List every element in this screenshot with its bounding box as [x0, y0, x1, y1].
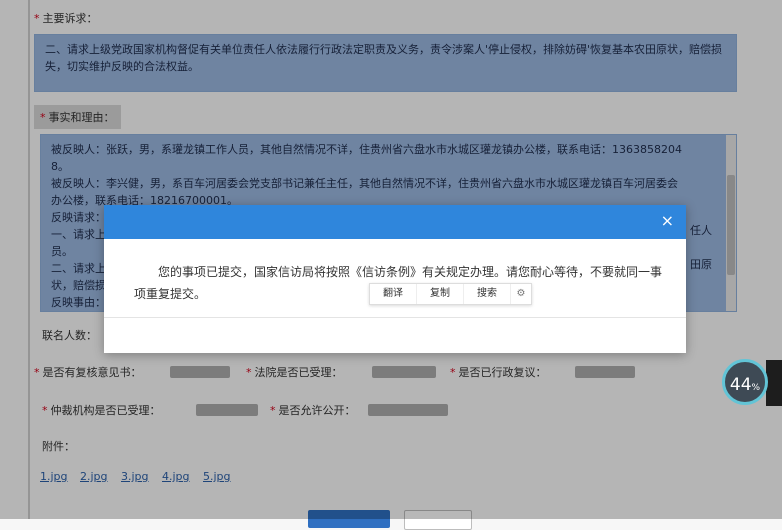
- dialog-header: ×: [104, 205, 686, 239]
- speed-widget[interactable]: 44%: [722, 359, 768, 405]
- side-panel-edge: [766, 360, 782, 406]
- speed-unit: %: [751, 383, 761, 393]
- translate-menu-item[interactable]: 翻译: [370, 284, 417, 304]
- close-icon[interactable]: ×: [661, 213, 674, 229]
- submission-dialog: × 您的事项已提交，国家信访局将按照《信访条例》有关规定办理。请您耐心等待，不要…: [104, 205, 686, 353]
- speed-percent: 44: [729, 375, 752, 395]
- copy-menu-item[interactable]: 复制: [417, 284, 464, 304]
- search-menu-item[interactable]: 搜索: [464, 284, 511, 304]
- text-selection-menu: 翻译 复制 搜索 ⚙: [369, 283, 532, 305]
- gear-icon[interactable]: ⚙: [511, 284, 531, 304]
- dialog-footer-divider: [104, 317, 686, 318]
